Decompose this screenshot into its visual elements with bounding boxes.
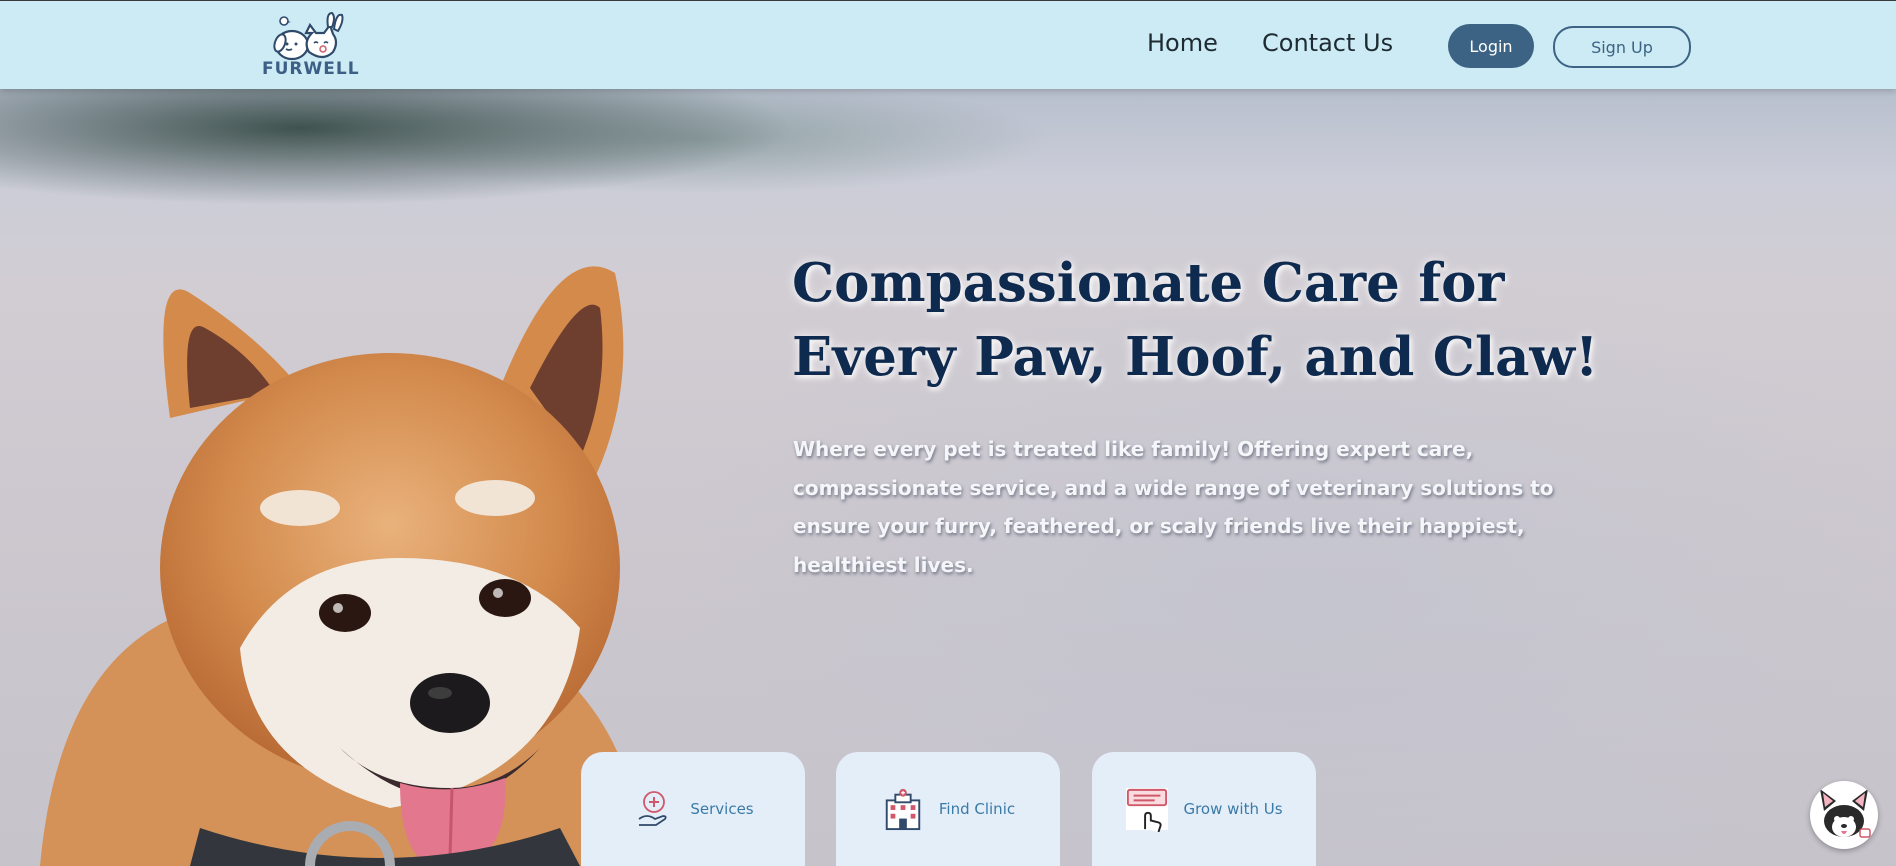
site-header: FURWELL Home Contact Us Login Sign Up <box>0 0 1896 89</box>
hospital-building-icon <box>881 787 925 831</box>
hero-description: Where every pet is treated like family! … <box>793 437 1554 577</box>
chatbot-button[interactable] <box>1810 781 1878 849</box>
find-clinic-label: Find Clinic <box>938 800 1016 818</box>
nav-home-link[interactable]: Home <box>1147 29 1218 57</box>
hero-title-line-1: Compassionate Care for <box>792 252 1505 314</box>
services-card[interactable]: Services <box>581 752 805 866</box>
shiba-dog-photo <box>40 266 640 866</box>
click-board-icon <box>1125 787 1169 832</box>
hero-title: Compassionate Care for Every Paw, Hoof, … <box>792 246 1622 394</box>
medical-hand-icon <box>632 787 676 831</box>
signup-button[interactable]: Sign Up <box>1553 26 1691 68</box>
hero-title-line-2: Every Paw, Hoof, and Claw! <box>792 326 1599 388</box>
dog-mascot-icon <box>1811 782 1877 848</box>
grow-with-us-label: Grow with Us <box>1183 800 1283 818</box>
find-clinic-card[interactable]: Find Clinic <box>836 752 1060 866</box>
grow-with-us-card[interactable]: Grow with Us <box>1092 752 1316 866</box>
logo-text: FURWELL <box>262 59 360 79</box>
nav-contact-link[interactable]: Contact Us <box>1262 29 1393 57</box>
login-button[interactable]: Login <box>1448 24 1534 68</box>
services-label: Services <box>690 800 754 818</box>
